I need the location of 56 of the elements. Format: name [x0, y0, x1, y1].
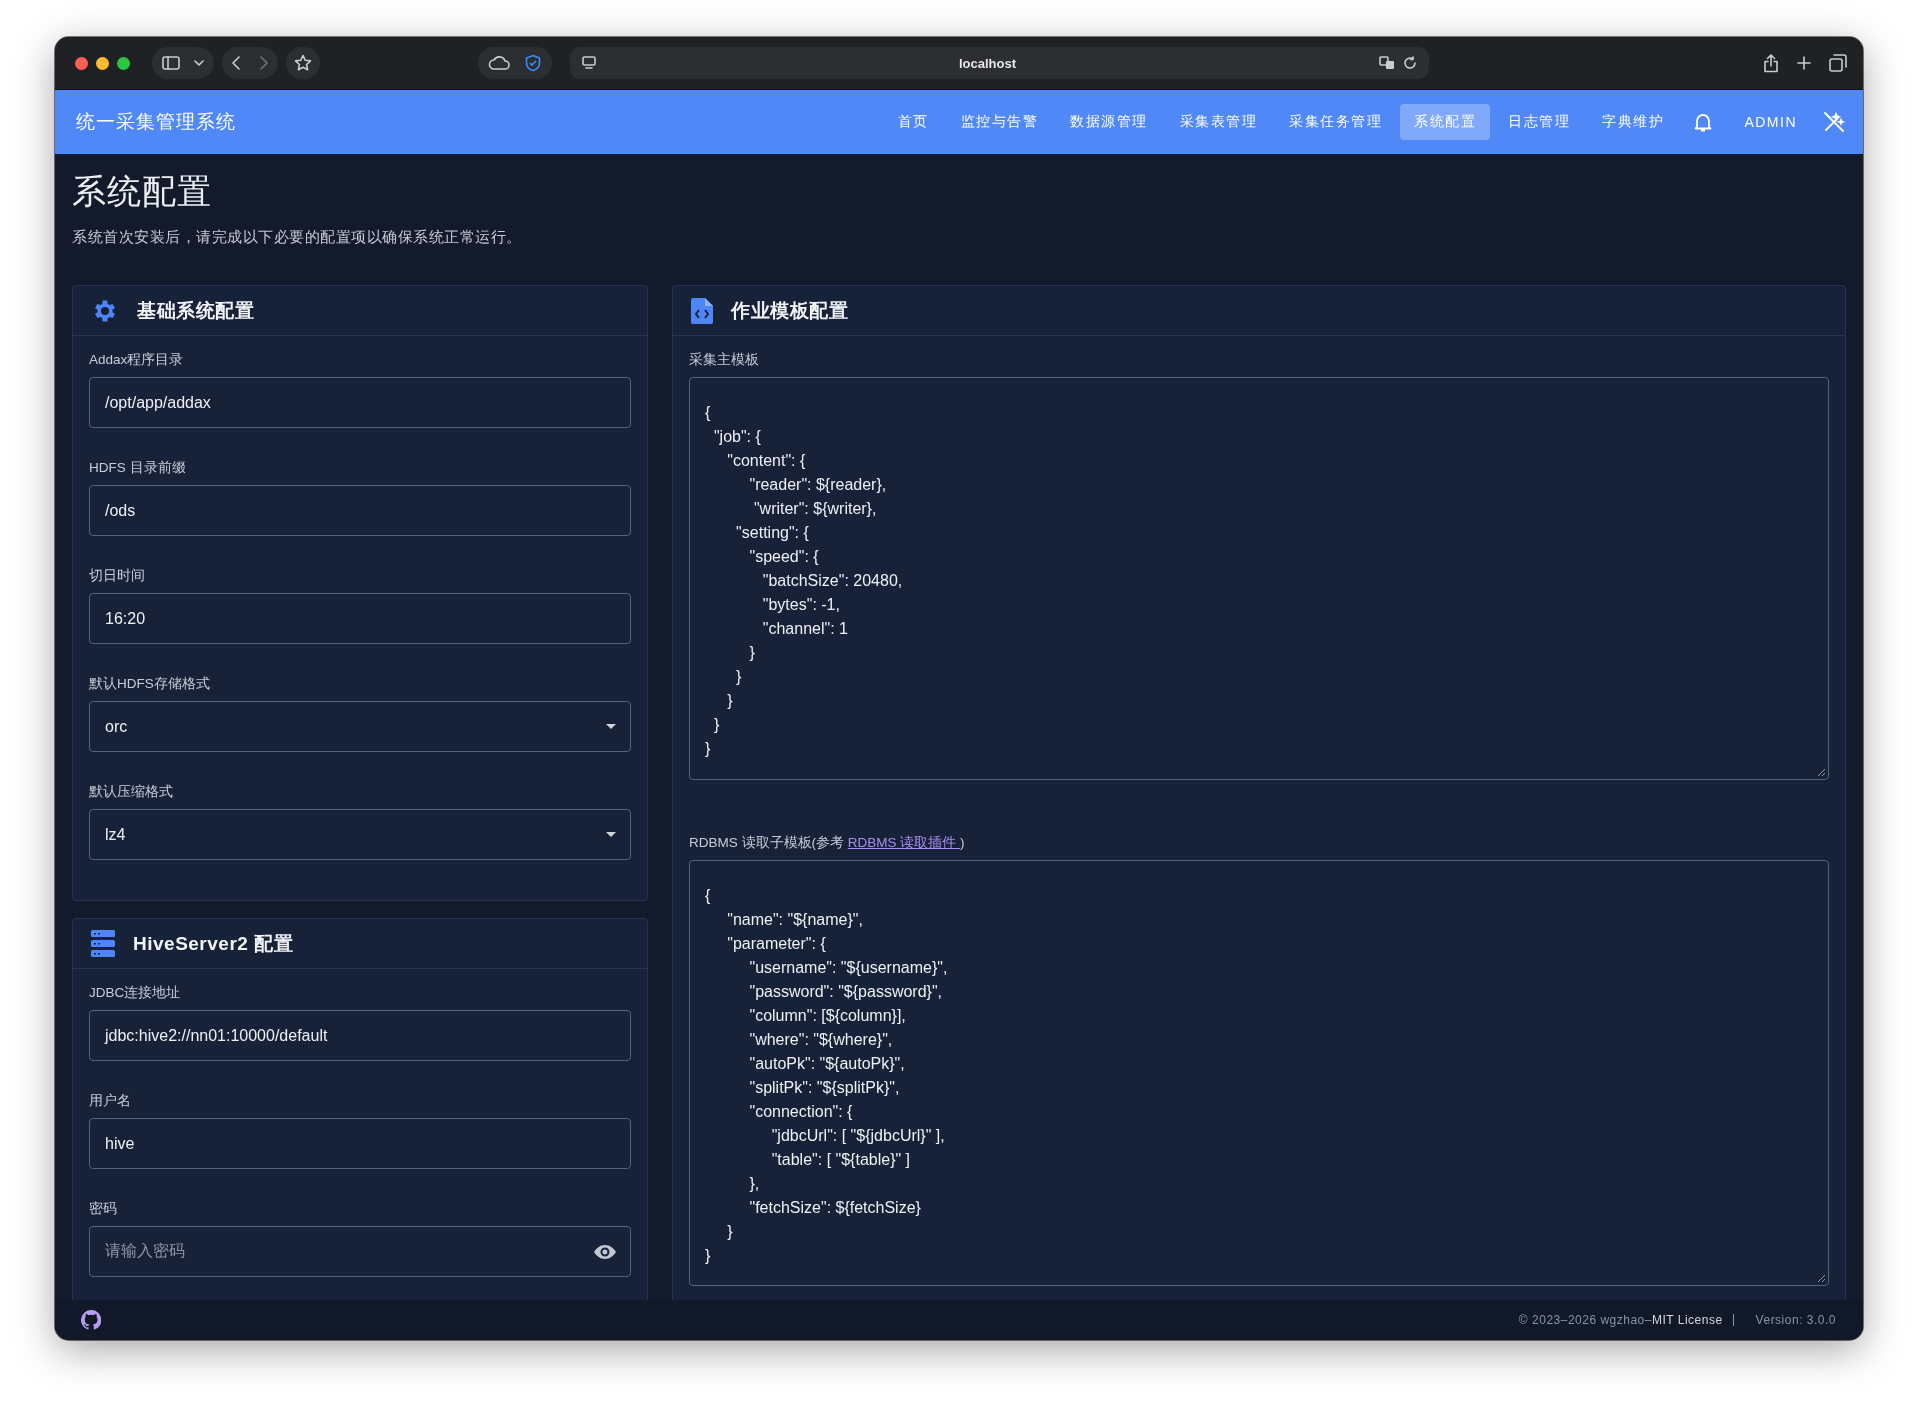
forward-icon[interactable]: [260, 56, 268, 70]
translate-icon[interactable]: [1379, 56, 1395, 70]
sidebar-icon[interactable]: [162, 56, 180, 70]
chevron-down-icon[interactable]: [194, 60, 204, 66]
dropdown-caret-icon: [606, 724, 616, 729]
field-label: 采集主模板: [689, 351, 760, 369]
page-subtitle: 系统首次安装后，请完成以下必要的配置项以确保系统正常运行。: [72, 228, 523, 247]
code-field[interactable]: { "job": { "content": { "reader": ${reader}, "writer": ${writer}, "setting": { "speed": { "batchSize": 20480, "bytes": -1, "channel": 1 } } } } }: [689, 377, 1829, 780]
field-label: 密码: [89, 1200, 118, 1218]
copyright-text: © 2023–2026 wgzhao–: [1518, 1313, 1652, 1327]
card-title: 作业模板配置: [731, 298, 848, 323]
card-title: 基础系统配置: [137, 298, 254, 323]
page-icon[interactable]: [582, 56, 596, 70]
minimize-window-button[interactable]: [96, 56, 109, 70]
license-link[interactable]: MIT License: [1651, 1313, 1723, 1327]
text-field[interactable]: hive: [89, 1118, 631, 1169]
field-label: 默认HDFS存储格式: [89, 675, 211, 693]
code-file-icon: [691, 297, 713, 324]
field-label: HDFS 目录前缀: [89, 459, 187, 477]
cloud-icon[interactable]: [488, 56, 510, 70]
field-label: JDBC连接地址: [89, 984, 182, 1002]
zoom-window-button[interactable]: [117, 56, 130, 70]
shield-icon[interactable]: [524, 54, 542, 72]
app-title: 统一采集管理系统: [76, 110, 237, 134]
dropdown-caret-icon: [606, 832, 616, 837]
resize-handle-icon[interactable]: [1818, 1275, 1825, 1282]
version-text: Version: 3.0.0: [1755, 1313, 1836, 1327]
back-icon[interactable]: [232, 56, 240, 70]
star-icon[interactable]: [294, 54, 312, 72]
text-field[interactable]: /ods: [89, 485, 631, 536]
bell-icon[interactable]: [1694, 112, 1713, 132]
field-label: 默认压缩格式: [89, 783, 174, 801]
select-field[interactable]: orc: [89, 701, 631, 752]
wand-icon[interactable]: [1823, 111, 1845, 133]
password-field[interactable]: 请输入密码: [89, 1226, 631, 1277]
text-field[interactable]: /opt/app/addax: [89, 377, 631, 428]
plugin-link[interactable]: RDBMS 读取插件: [847, 835, 960, 850]
field-label: 切日时间: [89, 567, 146, 585]
plus-icon[interactable]: [1797, 56, 1811, 70]
text-field[interactable]: jdbc:hive2://nn01:10000/default: [89, 1010, 631, 1061]
share-icon[interactable]: [1763, 53, 1779, 73]
server-icon: [91, 929, 115, 958]
tabs-icon[interactable]: [1829, 54, 1847, 72]
resize-handle-icon[interactable]: [1818, 769, 1825, 776]
field-label: Addax程序目录: [89, 351, 185, 369]
reload-icon[interactable]: [1403, 56, 1417, 70]
github-icon[interactable]: [81, 1310, 101, 1330]
select-field[interactable]: lz4: [89, 809, 631, 860]
close-window-button[interactable]: [75, 56, 88, 70]
eye-icon[interactable]: [594, 1244, 616, 1259]
code-field[interactable]: { "name": "${name}", "parameter": { "username": "${username}", "password": "${password}", "column": [${column}], "where": "${where}", "autoPk": "${autoPk}", "splitPk": "${splitPk}", "connection": { "jdbcUrl": [ "${jdbcUrl}" ], "table": [ "${table}" ] }, "fetchSize": ${fetchSize} } }: [689, 860, 1829, 1286]
text-field[interactable]: 16:20: [89, 593, 631, 644]
field-label: 用户名: [89, 1092, 132, 1110]
page-title: 系统配置: [72, 171, 213, 212]
card-title: HiveServer2 配置: [133, 931, 294, 956]
field-label: RDBMS 读取子模板(参考 RDBMS 读取插件 ): [689, 834, 966, 852]
